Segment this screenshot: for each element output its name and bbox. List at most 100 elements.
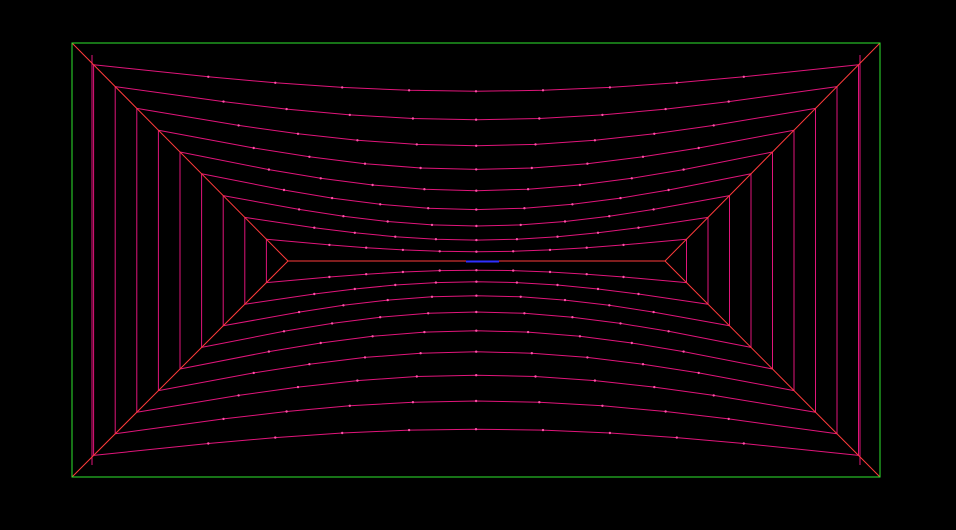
mesh-node — [423, 330, 426, 334]
mesh-node — [667, 330, 670, 333]
mesh-node — [394, 283, 397, 287]
mesh-node — [342, 215, 345, 218]
mesh-node — [534, 143, 537, 146]
mesh-node — [434, 281, 438, 284]
mesh-node — [601, 404, 604, 407]
mesh-node — [427, 312, 430, 315]
mesh-node — [328, 275, 331, 279]
mesh-node — [630, 341, 633, 345]
mesh-node — [608, 431, 612, 435]
mesh-node — [313, 292, 316, 296]
mesh-node — [252, 371, 255, 375]
mesh-node — [641, 363, 645, 366]
mesh-node — [474, 428, 478, 431]
mesh-node — [475, 238, 478, 242]
mesh-node — [667, 188, 670, 192]
mesh-node — [475, 208, 478, 211]
mesh-canvas — [0, 0, 956, 530]
mesh-node — [237, 124, 240, 127]
mesh-node — [371, 335, 374, 338]
mesh-node — [652, 208, 655, 211]
mesh-node — [578, 335, 582, 338]
mesh-node — [526, 188, 530, 191]
mesh-node — [353, 231, 356, 234]
mesh-node — [365, 273, 368, 276]
mesh-node — [341, 431, 344, 435]
mesh-node — [319, 177, 322, 180]
mesh-node — [348, 404, 351, 407]
mesh-node — [411, 401, 415, 404]
mesh-node — [438, 269, 441, 272]
mesh-node — [252, 146, 255, 150]
mesh-node — [341, 86, 344, 89]
mesh-node — [356, 379, 359, 382]
mesh-node — [742, 75, 745, 79]
mesh-node — [712, 394, 715, 397]
mesh-node — [675, 436, 678, 439]
mesh-node — [285, 410, 288, 413]
mesh-node — [538, 117, 541, 120]
mesh-node — [407, 89, 411, 92]
mesh-node — [556, 235, 559, 238]
mesh-node — [474, 90, 478, 93]
mesh-node — [296, 385, 300, 389]
mesh-node — [353, 287, 356, 291]
mesh-node — [608, 215, 611, 218]
mesh-node — [637, 226, 640, 229]
mesh-node — [530, 166, 533, 170]
mesh-node — [727, 100, 730, 103]
mesh-node — [267, 168, 271, 171]
mesh-node — [664, 107, 667, 111]
mesh-node — [237, 394, 240, 397]
mesh-node — [727, 417, 730, 421]
mesh-node — [519, 223, 522, 227]
mesh-node — [282, 188, 286, 192]
mesh-node — [411, 117, 415, 120]
mesh-node — [475, 269, 478, 272]
mesh-node — [475, 250, 478, 253]
mesh-node — [653, 385, 656, 389]
mesh-node — [664, 410, 667, 413]
mesh-node — [222, 100, 225, 103]
mesh-node — [474, 118, 478, 121]
mesh-node — [342, 304, 345, 307]
mesh-node — [475, 189, 478, 192]
mesh-node — [222, 417, 225, 421]
mesh-node — [548, 248, 552, 252]
mesh-node — [274, 436, 277, 439]
mesh-node — [407, 428, 411, 432]
mesh-node — [523, 207, 526, 210]
mesh-node — [512, 269, 515, 272]
mesh-node — [330, 322, 334, 325]
mesh-node — [308, 155, 311, 158]
mesh-node — [697, 371, 700, 375]
mesh-node — [475, 224, 478, 228]
mesh-node — [601, 113, 604, 117]
mesh-node — [475, 144, 478, 147]
mesh-node — [697, 146, 700, 150]
mesh-node — [538, 401, 541, 404]
mesh-node — [319, 341, 322, 345]
mesh-node — [637, 292, 640, 296]
mesh-node — [682, 168, 685, 171]
mesh-node — [534, 375, 537, 378]
mesh-node — [379, 316, 382, 319]
mesh-node — [622, 243, 625, 247]
mesh-node — [675, 81, 678, 85]
mesh-node — [586, 162, 589, 165]
mesh-node — [652, 310, 655, 314]
mesh-node — [641, 155, 645, 158]
mesh-node — [653, 132, 656, 135]
mesh-node — [438, 250, 441, 253]
mesh-node — [348, 113, 351, 117]
mesh-node — [593, 139, 597, 142]
mesh-node — [585, 273, 588, 276]
mesh-node — [386, 220, 389, 223]
mesh-node — [519, 295, 522, 298]
mesh-node — [427, 207, 430, 210]
mesh-node — [379, 203, 382, 206]
mesh-node — [475, 168, 478, 171]
mesh-node — [563, 298, 567, 302]
mesh-node — [619, 322, 622, 325]
mesh-node — [571, 203, 574, 206]
